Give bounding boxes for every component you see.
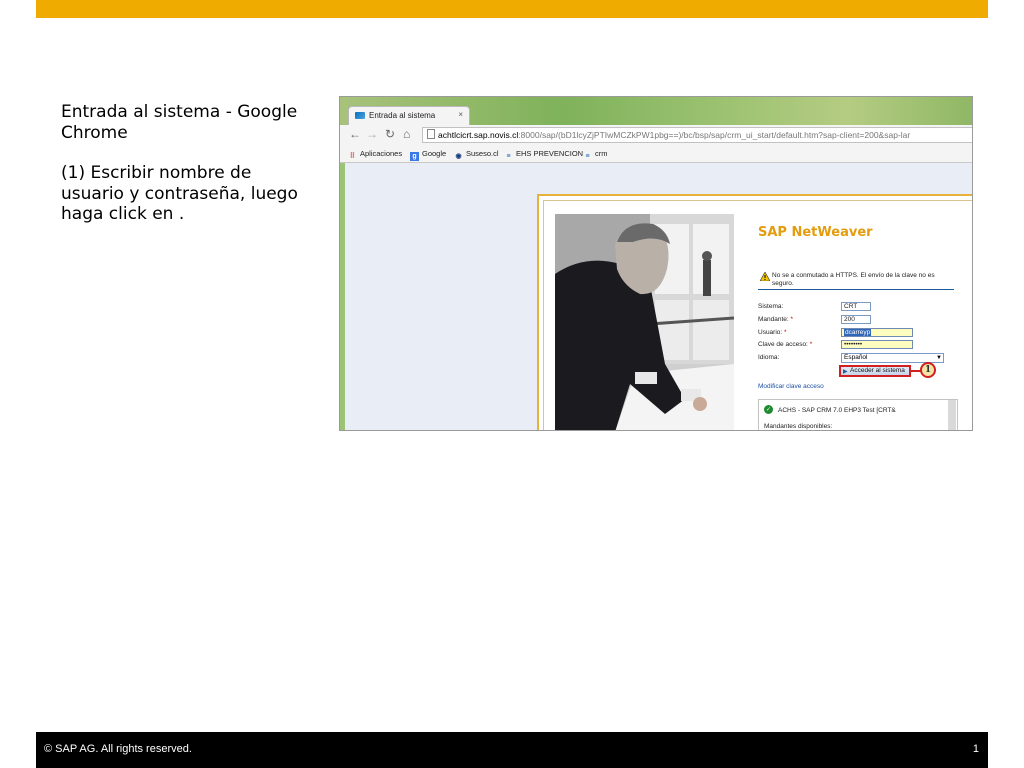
- reload-icon[interactable]: ↻: [385, 128, 395, 141]
- url-host: achtlcicrt.sap.novis.cl: [438, 130, 519, 140]
- warning-icon: [760, 272, 770, 281]
- tab-strip: Entrada al sistema ×: [340, 97, 972, 125]
- home-icon[interactable]: ⌂: [403, 128, 410, 141]
- scrollbar[interactable]: [948, 400, 956, 430]
- check-icon: ✓: [764, 405, 773, 414]
- page-number: 1: [972, 743, 979, 755]
- password-field[interactable]: ••••••••: [841, 340, 913, 349]
- page-left-strip: [340, 163, 345, 430]
- crm-icon: ≡: [585, 153, 590, 160]
- suseso-icon: ◉: [455, 153, 462, 160]
- bookmark-aplicaciones[interactable]: ⠿ Aplicaciones: [348, 149, 402, 161]
- warning-divider: [758, 289, 954, 290]
- system-label: Sistema:: [758, 303, 784, 310]
- tab-entrada-al-sistema[interactable]: Entrada al sistema ×: [348, 106, 470, 125]
- password-label: Clave de acceso: *: [758, 341, 813, 348]
- system-entry: ACHS - SAP CRM 7.0 EHP3 Test [CRT&: [778, 407, 896, 414]
- back-icon[interactable]: ←: [349, 128, 361, 141]
- https-warning-text: No se a conmutado a HTTPS. El envío de l…: [772, 272, 935, 287]
- google-icon: g: [410, 152, 419, 161]
- copyright-text: © SAP AG. All rights reserved.: [44, 743, 192, 755]
- url-path: :8000/sap/(bD1lcyZjPTIwMCZkPW1pbg==)/bc/…: [518, 130, 911, 140]
- language-label: Idioma:: [758, 354, 780, 361]
- dropdown-arrow-icon: ▼: [936, 355, 942, 361]
- navigation-bar: ← → ↻ ⌂ achtlcicrt.sap.novis.cl:8000/sap…: [340, 125, 972, 145]
- footer-bar: © SAP AG. All rights reserved. 1: [36, 732, 988, 768]
- clients-label: Mandantes disponibles:: [764, 423, 833, 430]
- instruction-text: (1) Escribir nombre de usuario y contras…: [61, 163, 298, 224]
- user-label: Usuario: *: [758, 329, 787, 336]
- slide-title: Entrada al sistema - Google Chrome: [61, 102, 298, 143]
- bookmark-crm[interactable]: ≡ crm: [583, 149, 607, 161]
- address-bar[interactable]: achtlcicrt.sap.novis.cl:8000/sap/(bD1lcy…: [422, 127, 972, 143]
- sap-favicon-icon: [355, 112, 365, 119]
- forward-icon[interactable]: →: [366, 128, 378, 141]
- login-button[interactable]: ▶ Acceder al sistema: [839, 365, 911, 377]
- bookmark-suseso[interactable]: ◉ Suseso.cl: [454, 149, 498, 161]
- apps-grid-icon: ⠿: [349, 153, 356, 160]
- tab-close-icon[interactable]: ×: [458, 110, 463, 119]
- client-label: Mandante: *: [758, 316, 794, 323]
- ehs-icon: ≡: [506, 153, 511, 160]
- top-accent-bar: [36, 0, 988, 18]
- system-field[interactable]: CRT: [841, 302, 871, 311]
- tab-label: Entrada al sistema: [369, 111, 436, 120]
- sap-netweaver-logo: SAP NetWeaver: [758, 225, 873, 240]
- arrow-right-icon: ▶: [843, 369, 848, 375]
- instructions-panel: Entrada al sistema - Google Chrome (1) E…: [61, 102, 316, 245]
- page-icon: [427, 129, 435, 139]
- browser-screenshot: Entrada al sistema × ← → ↻ ⌂ achtlcicrt.…: [339, 96, 973, 431]
- user-field[interactable]: dcarreyp: [841, 328, 913, 337]
- client-field[interactable]: 200: [841, 315, 871, 324]
- change-password-link[interactable]: Modificar clave acceso: [758, 383, 824, 390]
- businessman-photo: [555, 214, 734, 430]
- bookmark-google[interactable]: g Google: [410, 149, 446, 161]
- bookmarks-bar: ⠿ Aplicaciones g Google ◉ Suseso.cl ≡ EHS PR…: [340, 145, 972, 163]
- callout-marker: 1: [920, 362, 936, 378]
- bookmark-ehs-prevencion[interactable]: ≡ EHS PREVENCION: [504, 149, 583, 161]
